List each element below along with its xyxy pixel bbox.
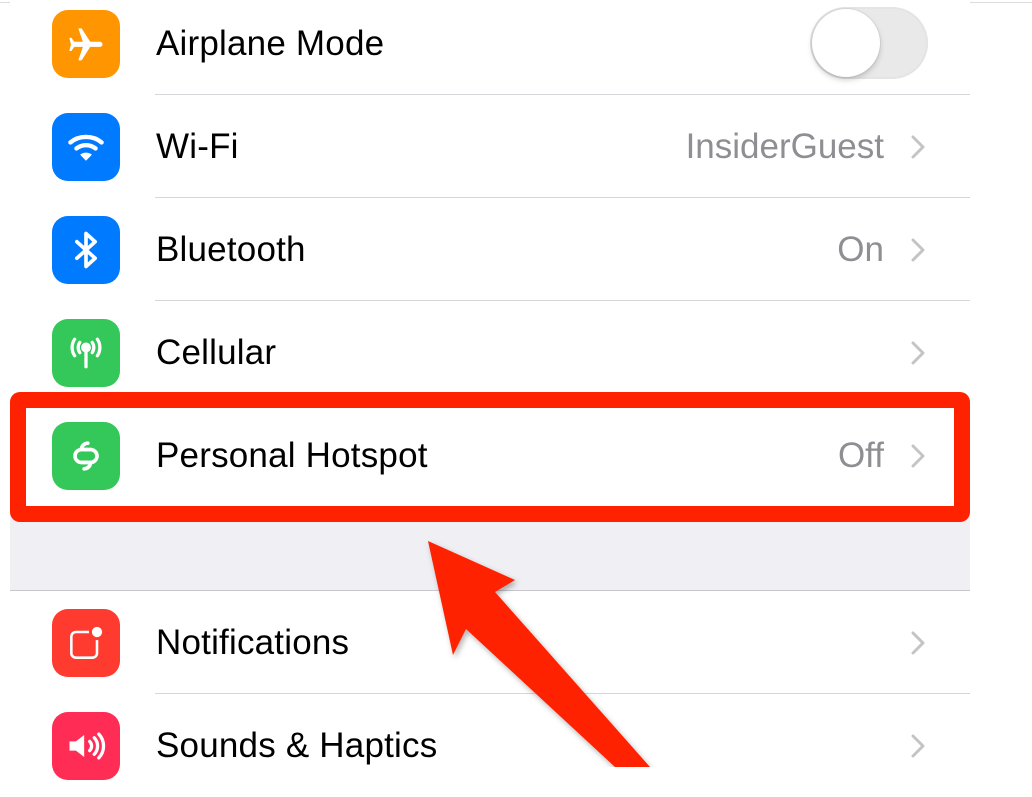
bluetooth-icon bbox=[52, 215, 120, 284]
chevron-right-icon bbox=[911, 734, 925, 757]
wifi-network-name: InsiderGuest bbox=[685, 126, 884, 166]
row-label: Notifications bbox=[156, 622, 350, 662]
settings-row-sounds-haptics[interactable]: Sounds & Haptics bbox=[10, 694, 970, 797]
settings-row-notifications[interactable]: Notifications bbox=[10, 591, 970, 694]
row-label: Airplane Mode bbox=[156, 23, 385, 63]
cellular-antenna-icon bbox=[52, 318, 120, 387]
chevron-right-icon bbox=[911, 135, 925, 158]
wifi-icon bbox=[52, 112, 120, 181]
settings-row-cellular[interactable]: Cellular bbox=[10, 301, 970, 404]
settings-group-connectivity: Airplane Mode Wi-Fi InsiderGuest Bluetoo… bbox=[10, 0, 970, 507]
settings-row-bluetooth[interactable]: Bluetooth On bbox=[10, 198, 970, 301]
hotspot-status: Off bbox=[837, 435, 884, 475]
speaker-icon bbox=[52, 711, 120, 780]
settings-group-notifications: Notifications Sounds & Haptics bbox=[10, 591, 970, 797]
chevron-right-icon bbox=[911, 341, 925, 364]
settings-row-airplane-mode[interactable]: Airplane Mode bbox=[10, 0, 970, 95]
settings-row-wifi[interactable]: Wi-Fi InsiderGuest bbox=[10, 95, 970, 198]
airplane-mode-toggle[interactable] bbox=[810, 6, 928, 79]
row-label: Sounds & Haptics bbox=[156, 725, 438, 765]
chevron-right-icon bbox=[911, 238, 925, 261]
row-label: Personal Hotspot bbox=[156, 435, 428, 475]
chevron-right-icon bbox=[911, 444, 925, 467]
airplane-icon bbox=[52, 9, 120, 78]
row-label: Cellular bbox=[156, 332, 277, 372]
toggle-knob[interactable] bbox=[812, 8, 880, 77]
notifications-icon bbox=[52, 608, 120, 677]
settings-row-personal-hotspot[interactable]: Personal Hotspot Off bbox=[10, 404, 970, 507]
chevron-right-icon bbox=[911, 631, 925, 654]
row-label: Bluetooth bbox=[156, 229, 306, 269]
hotspot-link-icon bbox=[52, 421, 120, 490]
row-label: Wi-Fi bbox=[156, 126, 239, 166]
section-separator bbox=[10, 506, 970, 591]
bluetooth-status: On bbox=[837, 229, 884, 269]
